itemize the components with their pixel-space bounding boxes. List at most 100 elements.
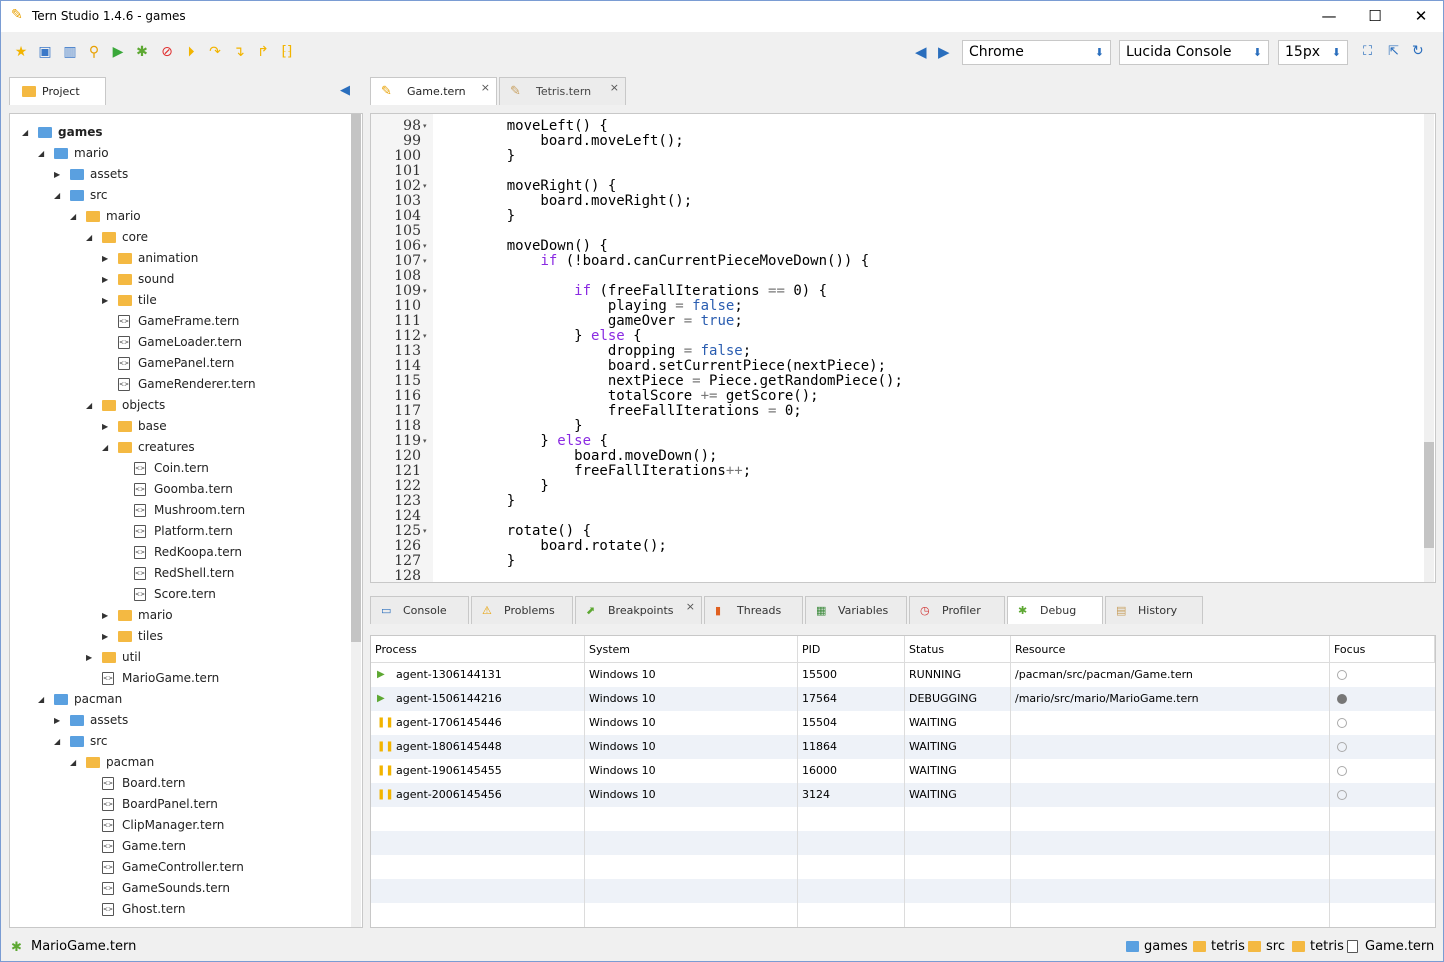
tree-item-label: assets <box>90 713 129 727</box>
delete-icon[interactable]: ▥ <box>61 43 79 61</box>
collapsed-twisty-icon[interactable]: ▶ <box>102 626 112 647</box>
font-select[interactable]: Lucida Console ⬇ <box>1119 40 1269 65</box>
tab-history[interactable]: ▤ History <box>1105 596 1203 624</box>
line-number: 102 <box>394 178 421 194</box>
column-header-process[interactable]: Process <box>371 636 585 663</box>
close-tab-icon[interactable]: × <box>610 74 619 102</box>
focus-radio[interactable] <box>1337 694 1347 704</box>
fold-arrow-icon[interactable]: ▾ <box>423 332 427 340</box>
column-header-pid[interactable]: PID <box>798 636 905 663</box>
table-row[interactable]: agent-1506144216 Windows 10 17564 DEBUGGING… <box>371 687 1435 711</box>
file-icon: <> <box>102 798 114 811</box>
maximize-panel-icon[interactable]: ⛶ <box>1363 44 1372 59</box>
collapse-panel-icon[interactable]: ◀ <box>340 83 350 98</box>
editor-tab[interactable]: ✎ Game.tern × <box>370 77 497 105</box>
expanded-twisty-icon[interactable]: ◢ <box>70 752 80 773</box>
tab-threads[interactable]: ▮ Threads <box>704 596 803 624</box>
column-header-system[interactable]: System <box>585 636 798 663</box>
close-tab-icon[interactable]: × <box>481 74 490 102</box>
collapsed-twisty-icon[interactable]: ▶ <box>54 164 64 185</box>
step-in-icon[interactable]: ↴ <box>230 43 248 61</box>
collapsed-twisty-icon[interactable]: ▶ <box>102 269 112 290</box>
open-external-icon[interactable]: ⇱ <box>1388 44 1399 59</box>
maximize-button[interactable]: ☐ <box>1352 1 1398 31</box>
minimize-button[interactable]: — <box>1306 1 1352 31</box>
browser-select[interactable]: Chrome ⬇ <box>962 40 1111 65</box>
line-number: 115 <box>394 373 421 389</box>
step-over-icon[interactable]: ↷ <box>206 43 224 61</box>
tab-profiler[interactable]: ◷ Profiler <box>909 596 1005 624</box>
table-row[interactable]: agent-2006145456 Windows 10 3124 WAITING ❚❚ <box>371 783 1435 807</box>
collapsed-twisty-icon[interactable]: ▶ <box>102 290 112 311</box>
fold-arrow-icon[interactable]: ▾ <box>423 257 427 265</box>
collapsed-twisty-icon[interactable]: ▶ <box>86 647 96 668</box>
tab-problems[interactable]: ⚠ Problems <box>471 596 573 624</box>
expanded-twisty-icon[interactable]: ◢ <box>54 731 64 752</box>
breadcrumb-item[interactable]: tetris <box>1310 939 1344 954</box>
column-header-resource[interactable]: Resource <box>1011 636 1330 663</box>
pin-icon: ⬈ <box>586 604 596 617</box>
refresh-icon[interactable]: ↻ <box>1412 43 1424 59</box>
collapsed-twisty-icon[interactable]: ▶ <box>102 416 112 437</box>
expanded-twisty-icon[interactable]: ◢ <box>38 689 48 710</box>
expanded-twisty-icon[interactable]: ◢ <box>70 206 80 227</box>
fold-arrow-icon[interactable]: ▾ <box>423 242 427 250</box>
tab-project[interactable]: Project <box>9 77 106 105</box>
collapsed-twisty-icon[interactable]: ▶ <box>102 605 112 626</box>
tab-breakpoints[interactable]: ⬈ Breakpoints × <box>575 596 702 624</box>
tree-scrollbar-thumb[interactable] <box>351 114 361 642</box>
code-line: } <box>473 148 516 164</box>
breadcrumb-item[interactable]: Game.tern <box>1365 939 1434 954</box>
table-row[interactable]: agent-1906145455 Windows 10 16000 WAITING ❚❚ <box>371 759 1435 783</box>
table-row[interactable]: agent-1306144131 Windows 10 15500 RUNNING/p… <box>371 663 1435 687</box>
expanded-twisty-icon[interactable]: ◢ <box>54 185 64 206</box>
evaluate-icon[interactable]: ⁅⁆ <box>278 43 296 61</box>
collapsed-twisty-icon[interactable]: ▶ <box>54 710 64 731</box>
collapsed-twisty-icon[interactable]: ▶ <box>102 248 112 269</box>
close-button[interactable]: ✕ <box>1398 1 1444 31</box>
close-tab-icon[interactable]: × <box>686 593 695 621</box>
stop-icon[interactable]: ⊘ <box>158 43 176 61</box>
table-row[interactable]: agent-1706145446 Windows 10 15504 WAITING ❚❚ <box>371 711 1435 735</box>
debug-icon[interactable]: ✱ <box>133 43 151 61</box>
star-icon[interactable]: ★ <box>12 43 30 61</box>
file-icon: <> <box>134 525 146 538</box>
back-arrow-icon[interactable]: ◀ <box>915 43 927 61</box>
breadcrumb-item[interactable]: src <box>1266 939 1285 954</box>
tab-debug[interactable]: ✱ Debug <box>1007 596 1103 624</box>
run-icon[interactable]: ▶ <box>109 43 127 61</box>
fold-arrow-icon[interactable]: ▾ <box>423 437 427 445</box>
step-out-icon[interactable]: ↱ <box>254 43 272 61</box>
resume-icon[interactable]: ⏵ <box>182 43 200 61</box>
fold-arrow-icon[interactable]: ▾ <box>423 287 427 295</box>
tab-variables[interactable]: ▦ Variables <box>805 596 907 624</box>
expanded-twisty-icon[interactable]: ◢ <box>22 122 32 143</box>
focus-radio[interactable] <box>1337 790 1347 800</box>
table-row[interactable]: agent-1806145448 Windows 10 11864 WAITING ❚❚ <box>371 735 1435 759</box>
font-size-select[interactable]: 15px ⬇ <box>1278 40 1348 65</box>
cell-process: agent-1806145448 <box>396 740 502 753</box>
editor-scrollbar-thumb[interactable] <box>1424 442 1434 548</box>
focus-radio[interactable] <box>1337 766 1347 776</box>
expanded-twisty-icon[interactable]: ◢ <box>86 395 96 416</box>
focus-radio[interactable] <box>1337 718 1347 728</box>
column-header-status[interactable]: Status <box>905 636 1011 663</box>
expanded-twisty-icon[interactable]: ◢ <box>102 437 112 458</box>
breadcrumb-item[interactable]: tetris <box>1211 939 1245 954</box>
save-icon[interactable]: ▣ <box>36 43 54 61</box>
code-editor[interactable]: 98 ▾ 99 100 101 102 ▾ 103 104 105 106 ▾ 107 ▾ 108 109 ▾ 1… <box>370 113 1436 583</box>
search-icon[interactable]: ⚲ <box>85 43 103 61</box>
editor-tab[interactable]: ✎ Tetris.tern × <box>499 77 626 105</box>
column-header-focus[interactable]: Focus <box>1330 636 1435 663</box>
fold-arrow-icon[interactable]: ▾ <box>423 527 427 535</box>
expanded-twisty-icon[interactable]: ◢ <box>86 227 96 248</box>
cell-status: DEBUGGING <box>909 692 978 705</box>
breadcrumb-item[interactable]: games <box>1144 939 1188 954</box>
focus-radio[interactable] <box>1337 742 1347 752</box>
focus-radio[interactable] <box>1337 670 1347 680</box>
forward-arrow-icon[interactable]: ▶ <box>938 43 950 61</box>
tab-console[interactable]: ▭ Console <box>370 596 469 624</box>
fold-arrow-icon[interactable]: ▾ <box>423 122 427 130</box>
fold-arrow-icon[interactable]: ▾ <box>423 182 427 190</box>
expanded-twisty-icon[interactable]: ◢ <box>38 143 48 164</box>
